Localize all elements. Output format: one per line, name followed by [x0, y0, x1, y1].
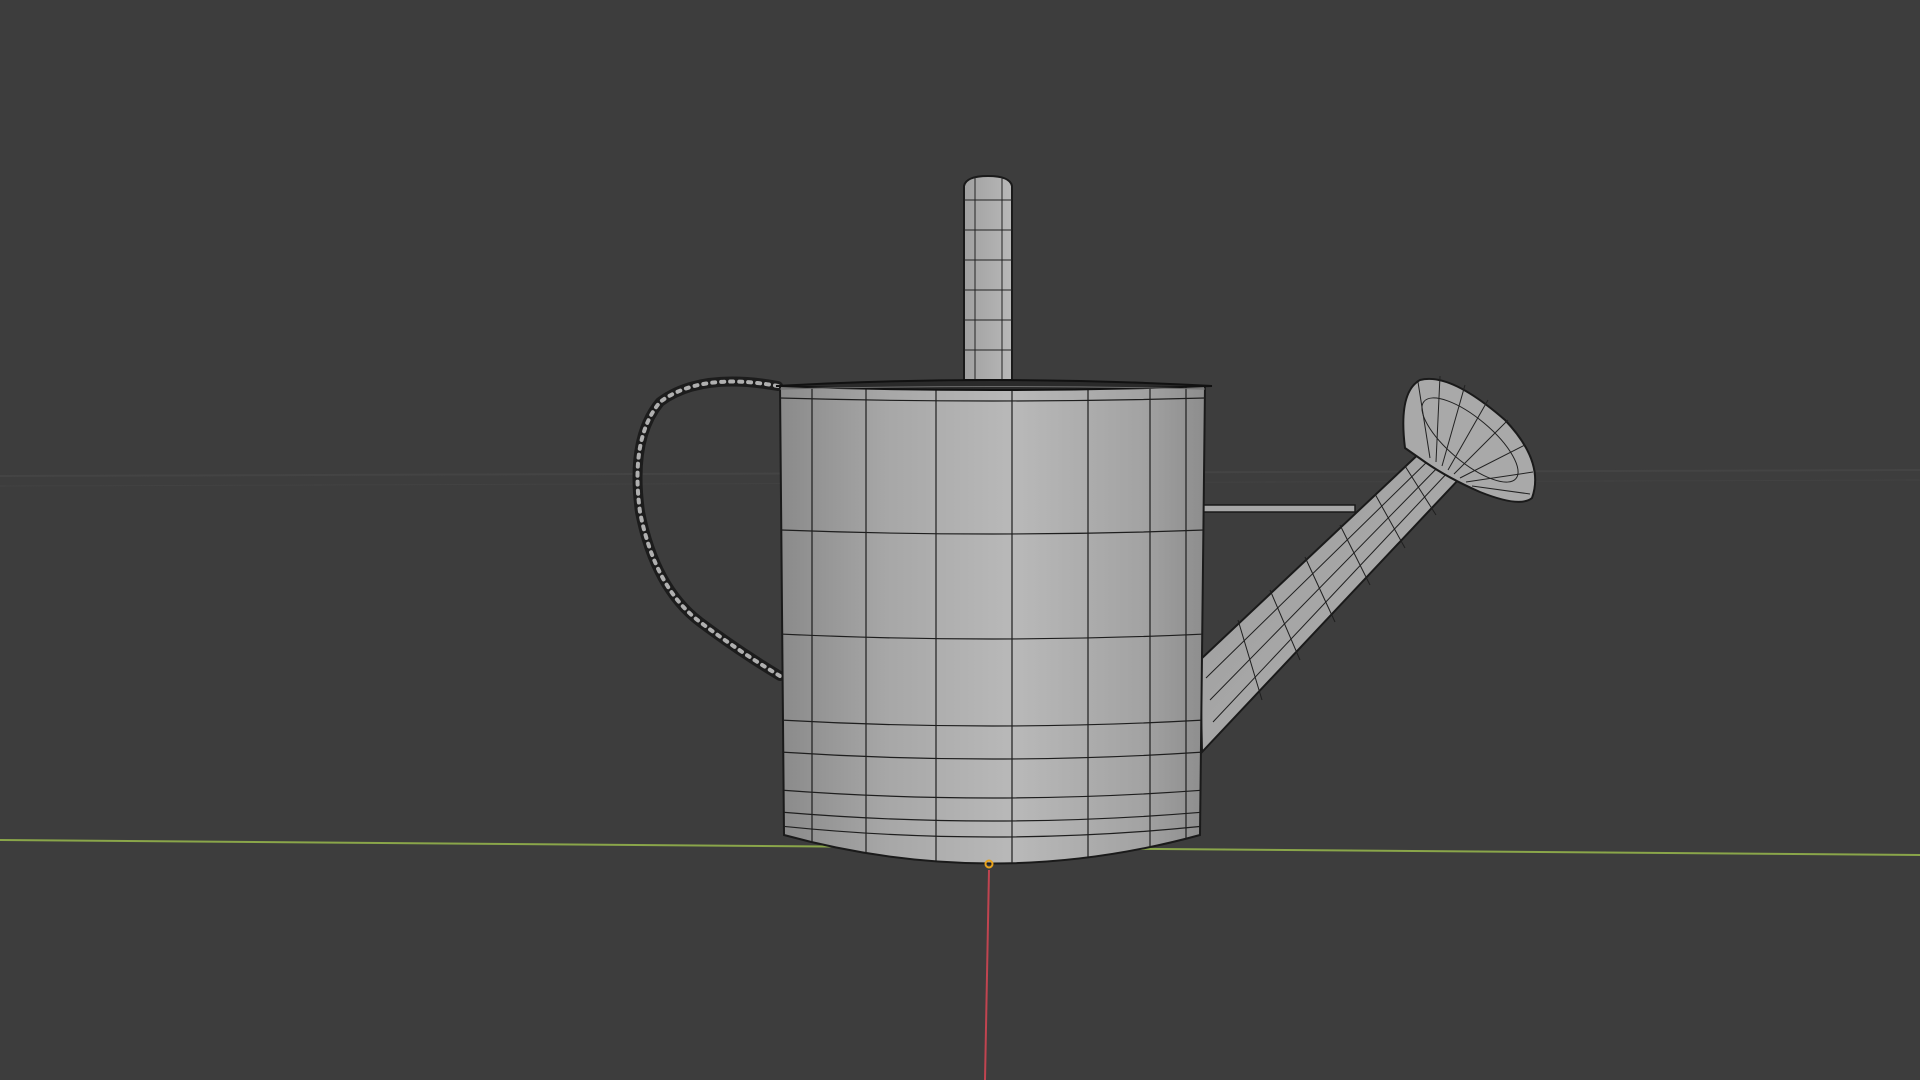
side-handle-mesh[interactable] [632, 376, 785, 681]
viewport-canvas[interactable] [0, 0, 1920, 1080]
3d-viewport[interactable] [0, 0, 1920, 1080]
can-body-mesh[interactable] [775, 379, 1213, 880]
top-handle-mesh[interactable] [963, 174, 1013, 381]
y-axis-line [984, 869, 990, 1080]
spout-mesh[interactable] [1198, 375, 1537, 755]
